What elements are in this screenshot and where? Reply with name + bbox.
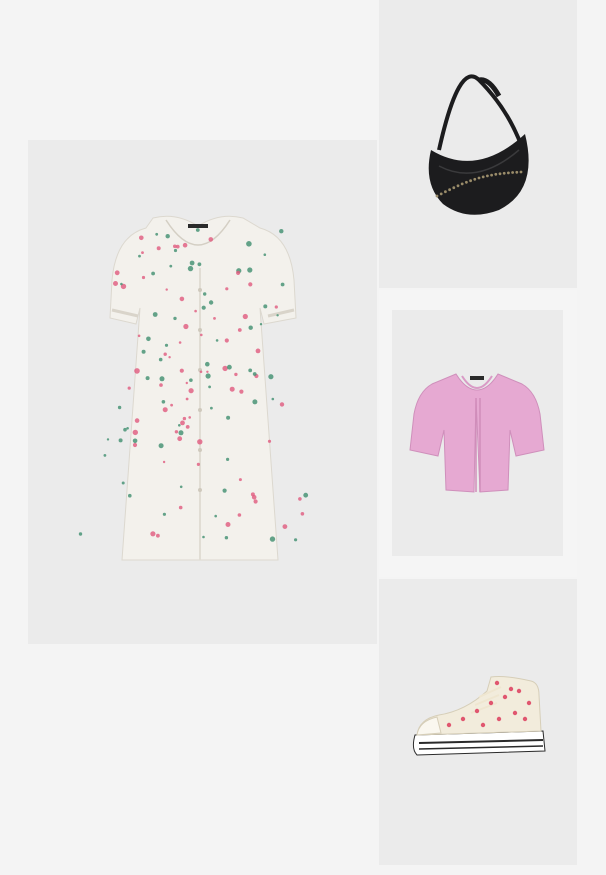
product-tile-sneaker[interactable]: sneaker: [379, 579, 577, 865]
product-tile-cardigan[interactable]: cardigan: [392, 310, 563, 556]
floral-high-top-sneaker-icon: [412, 676, 546, 756]
product-tile-dress[interactable]: dress: [28, 140, 377, 644]
product-tile-bag[interactable]: bag: [379, 0, 577, 288]
floral-dress-icon: [78, 215, 309, 561]
outfit-collage: dress bag cardigan: [0, 0, 606, 875]
studded-shoulder-bag-icon: [428, 74, 529, 215]
pink-cardigan-icon: [409, 373, 545, 493]
